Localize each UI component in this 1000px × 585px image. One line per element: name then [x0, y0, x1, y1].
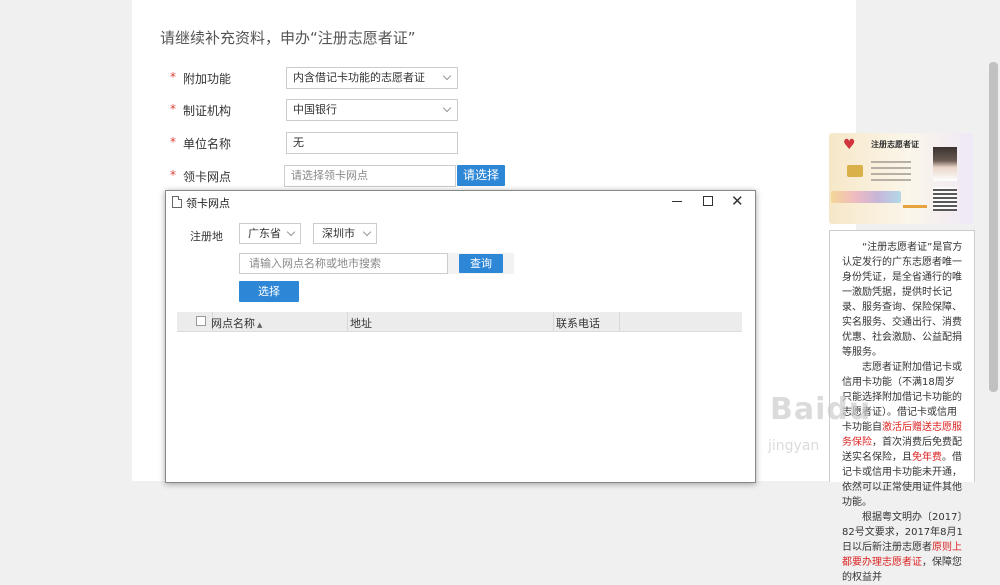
column-divider [553, 312, 554, 331]
issuer-select[interactable]: 中国银行 [286, 99, 458, 121]
chip-icon [847, 165, 863, 177]
field-label-pickup-branch: 领卡网点 [183, 170, 232, 184]
pickup-branch-placeholder: 请选择领卡网点 [291, 169, 368, 182]
info-highlight-fee: 免年费 [912, 452, 942, 463]
column-divider [619, 312, 620, 331]
organization-input[interactable]: 无 [286, 132, 458, 154]
issuer-value: 中国银行 [293, 103, 337, 116]
column-header-phone[interactable]: 联系电话 [556, 315, 600, 331]
form-row-organization: * 单位名称 无 [170, 132, 470, 154]
column-header-branch-name[interactable]: 网点名称 ▲ [211, 315, 262, 331]
required-mark: * [170, 168, 176, 182]
scrollbar-thumb[interactable] [989, 62, 998, 392]
city-value: 深圳市 [322, 227, 355, 240]
heart-logo-icon: ♥ [843, 137, 856, 153]
qr-code-icon [933, 187, 957, 211]
page-heading: 请继续补充资料，申办“注册志愿者证” [160, 29, 416, 47]
jingyan-watermark: jingyan [768, 438, 820, 454]
query-button[interactable]: 查询 [459, 254, 503, 273]
maximize-icon[interactable] [703, 196, 713, 206]
required-mark: * [170, 135, 176, 149]
select-all-checkbox[interactable] [196, 316, 206, 326]
rating-stars-icon [903, 205, 927, 208]
dialog-titlebar: 领卡网点 ✕ [166, 191, 755, 213]
baidu-watermark: Baidu [770, 392, 872, 427]
document-icon [172, 196, 182, 208]
field-label-issuer: 制证机构 [183, 104, 232, 118]
card-decoration [831, 191, 901, 203]
required-mark: * [170, 102, 176, 116]
column-header-address[interactable]: 地址 [350, 315, 372, 331]
chevron-down-icon [442, 103, 452, 113]
choose-branch-button[interactable]: 请选择 [457, 165, 505, 186]
dialog-title: 领卡网点 [186, 197, 230, 210]
register-place-label: 注册地 [190, 230, 223, 243]
info-paragraph-2: 志愿者证附加借记卡或信用卡功能（不满18周岁只能选择附加借记卡功能的志愿者证）。… [842, 360, 964, 510]
extra-function-value: 内含借记卡功能的志愿者证 [293, 71, 425, 84]
city-select[interactable]: 深圳市 [313, 223, 377, 244]
card-title: 注册志愿者证 [871, 140, 919, 149]
branch-grid-body [177, 332, 742, 482]
province-select[interactable]: 广东省 [239, 223, 301, 244]
province-value: 广东省 [248, 227, 281, 240]
select-button[interactable]: 选择 [239, 281, 299, 302]
chevron-down-icon [442, 71, 452, 81]
branch-grid-header: 网点名称 ▲ 地址 联系电话 [177, 312, 742, 332]
portrait-photo [933, 147, 957, 181]
branch-search-input[interactable]: 请输入网点名称或地市搜索 [239, 253, 448, 274]
pickup-branch-dialog: 领卡网点 ✕ 注册地 广东省 深圳市 请输入网点名称或地市搜索 查询 选择 网点… [165, 190, 756, 483]
pickup-branch-input[interactable]: 请选择领卡网点 [284, 165, 456, 187]
form-row-issuer: * 制证机构 中国银行 [170, 99, 470, 121]
chevron-down-icon [286, 227, 296, 237]
card-text-lines [871, 161, 911, 185]
field-label-organization: 单位名称 [183, 137, 232, 151]
info-paragraph-3: 根据粤文明办〔2017〕82号文要求，2017年8月1日以后新注册志愿者原则上都… [842, 510, 964, 585]
info-paragraph-1: “注册志愿者证”是官方认定发行的广东志愿者唯一身份凭证，是全省通行的唯一激励凭据… [842, 242, 963, 358]
required-mark: * [170, 70, 176, 84]
minimize-icon[interactable] [672, 201, 682, 202]
column-header-branch-name-text: 网点名称 [211, 317, 255, 330]
form-row-extra-function: * 附加功能 内含借记卡功能的志愿者证 [170, 67, 470, 89]
info-panel: “注册志愿者证”是官方认定发行的广东志愿者唯一身份凭证，是全省通行的唯一激励凭据… [829, 230, 975, 583]
chevron-down-icon [362, 227, 372, 237]
volunteer-card-image: ♥ 注册志愿者证 [829, 133, 973, 224]
extra-function-select[interactable]: 内含借记卡功能的志愿者证 [286, 67, 458, 89]
column-divider [347, 312, 348, 331]
sort-asc-icon: ▲ [257, 321, 263, 329]
close-icon[interactable]: ✕ [731, 191, 744, 211]
organization-value: 无 [293, 136, 304, 149]
branch-search-placeholder: 请输入网点名称或地市搜索 [249, 257, 381, 270]
field-label-extra-function: 附加功能 [183, 72, 232, 86]
